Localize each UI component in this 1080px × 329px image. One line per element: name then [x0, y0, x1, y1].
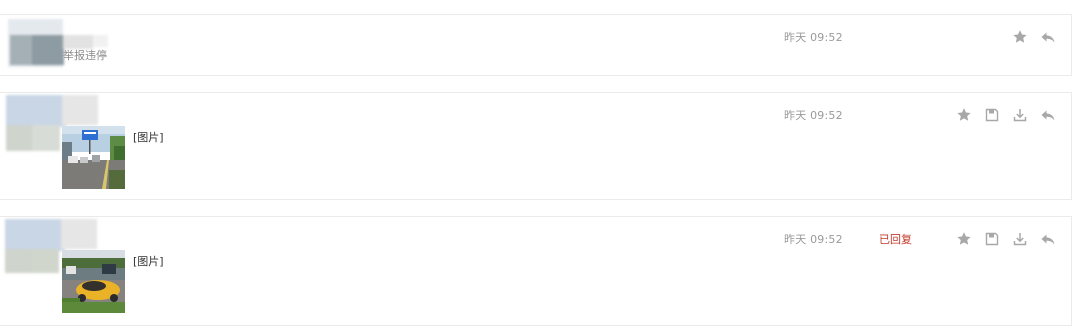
message-item[interactable]: [图片] 昨天 09:52 已回复 [0, 216, 1072, 326]
save-icon[interactable] [984, 107, 1000, 123]
message-time: 昨天 09:52 [784, 31, 843, 44]
reply-icon[interactable] [1040, 107, 1056, 123]
message-item[interactable]: 举报违停 昨天 09:52 [0, 14, 1072, 76]
message-image[interactable] [62, 126, 125, 189]
image-label: [图片] [133, 131, 164, 144]
reply-icon[interactable] [1040, 29, 1056, 45]
message-item[interactable]: [图片] 昨天 09:52 [0, 92, 1072, 200]
message-time: 昨天 09:52 [784, 109, 843, 122]
star-icon[interactable] [956, 107, 972, 123]
save-icon[interactable] [984, 231, 1000, 247]
message-actions [956, 231, 1056, 247]
message-time: 昨天 09:52 [784, 233, 843, 246]
download-icon[interactable] [1012, 231, 1028, 247]
message-actions [956, 107, 1056, 123]
message-actions [1012, 29, 1056, 45]
download-icon[interactable] [1012, 107, 1028, 123]
replied-status: 已回复 [879, 233, 912, 246]
star-icon[interactable] [1012, 29, 1028, 45]
message-preview: 举报违停 [63, 49, 107, 62]
star-icon[interactable] [956, 231, 972, 247]
reply-icon[interactable] [1040, 231, 1056, 247]
message-image[interactable] [62, 250, 125, 313]
image-label: [图片] [133, 255, 164, 268]
